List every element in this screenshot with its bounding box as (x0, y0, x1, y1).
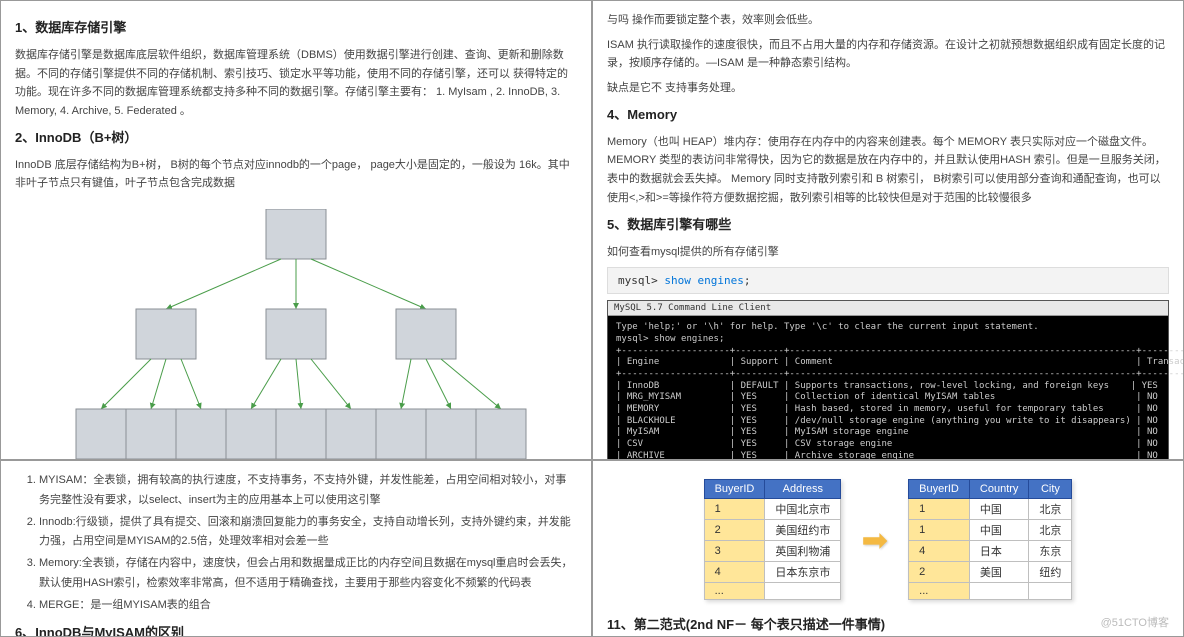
para-innodb: InnoDB 底层存储结构为B+树， B树的每个节点对应innodb的一个pag… (15, 156, 577, 193)
heading-memory: 4、Memory (607, 104, 1169, 123)
list-item: MERGE：是一组MYISAM表的组合 (39, 596, 577, 616)
panel-top-right: 与吗 操作而要锁定整个表，效率则会低些。 ISAM 执行读取操作的速度很快，而且… (592, 0, 1184, 460)
table-after: BuyerIDCountryCity 1中国北京 1中国北京 4日本东京 2美国… (908, 479, 1072, 600)
arrow-icon: ➡ (861, 521, 888, 559)
panel-bottom-right: BuyerIDAddress 1中国北京市 2美国纽约市 3英国利物浦 4日本东… (592, 460, 1184, 637)
panel-top-left: 1、数据库存储引擎 数据库存储引擎是数据库底层软件组织，数据库管理系统（DBMS… (0, 0, 592, 460)
engine-list: MYISAM：全表锁，拥有较高的执行速度，不支持事务，不支持外键，并发性能差，占… (39, 471, 577, 616)
heading-storage-engine: 1、数据库存储引擎 (15, 17, 577, 36)
heading-engines: 5、数据库引擎有哪些 (607, 214, 1169, 233)
heading-2nf: 11、第二范式(2nd NF－ 每个表只描述一件事情) (607, 614, 1169, 633)
para-storage-engine: 数据库存储引擎是数据库底层软件组织，数据库管理系统（DBMS）使用数据引擎进行创… (15, 46, 577, 121)
para-isam-desc: ISAM 执行读取操作的速度很快，而且不占用大量的内存和存储资源。在设计之初就预… (607, 36, 1169, 73)
terminal-body: Type 'help;' or '\h' for help. Type '\c'… (608, 316, 1168, 460)
list-item: Memory:全表锁，存储在内容中，速度快，但会占用和数据量成正比的内存空间且数… (39, 554, 577, 594)
nf-tables: BuyerIDAddress 1中国北京市 2美国纽约市 3英国利物浦 4日本东… (607, 479, 1169, 600)
para-memory: Memory（也叫 HEAP）堆内存：使用存在内存中的内容来创建表。每个 MEM… (607, 133, 1169, 208)
list-item: MYISAM：全表锁，拥有较高的执行速度，不支持事务，不支持外键，并发性能差，占… (39, 471, 577, 511)
list-item: Innodb:行级锁，提供了具有提交、回滚和崩溃回复能力的事务安全，支持自动增长… (39, 513, 577, 553)
code-show-engines: mysql> show engines; (607, 267, 1169, 294)
terminal-title: MySQL 5.7 Command Line Client (608, 301, 1168, 316)
para-isam-intro: 与吗 操作而要锁定整个表，效率则会低些。 (607, 11, 1169, 30)
btree-diagram (15, 209, 577, 460)
para-isam-cons: 缺点是它不 支持事务处理。 (607, 79, 1169, 98)
para-engines-q: 如何查看mysql提供的所有存储引擎 (607, 243, 1169, 262)
terminal-output: MySQL 5.7 Command Line Client Type 'help… (607, 300, 1169, 460)
heading-diff: 6、InnoDB与MyISAM的区别 (15, 622, 577, 637)
heading-innodb: 2、InnoDB（B+树） (15, 127, 577, 146)
table-before: BuyerIDAddress 1中国北京市 2美国纽约市 3英国利物浦 4日本东… (704, 479, 842, 600)
watermark: @51CTO博客 (1101, 614, 1169, 630)
panel-bottom-left: MYISAM：全表锁，拥有较高的执行速度，不支持事务，不支持外键，并发性能差，占… (0, 460, 592, 637)
